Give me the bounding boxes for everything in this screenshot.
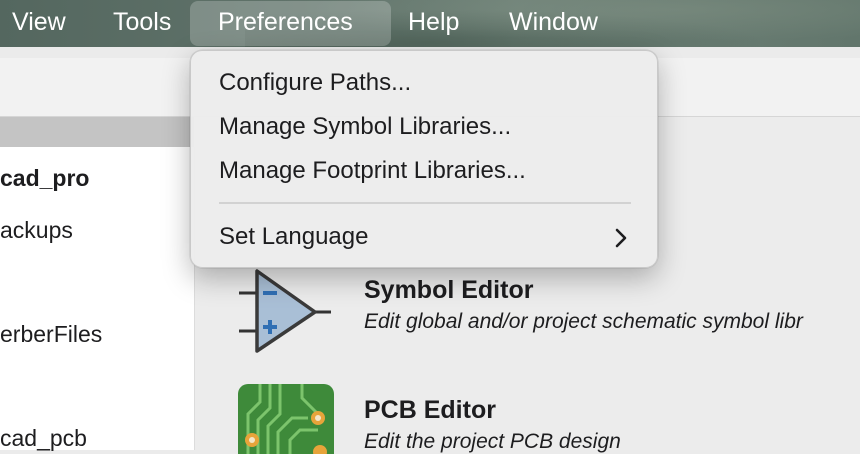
menu-item-configure-paths[interactable]: Configure Paths... [199, 63, 649, 103]
menu-item-set-language-label: Set Language [219, 223, 369, 250]
symbol-editor-title[interactable]: Symbol Editor [364, 276, 533, 305]
menu-separator [219, 202, 631, 204]
preferences-menu: Configure Paths... Manage Symbol Librari… [190, 50, 658, 268]
chevron-right-icon [615, 228, 627, 248]
project-tree-header [0, 117, 194, 147]
menu-view[interactable]: View [0, 0, 78, 47]
tree-item-gerber-files[interactable]: erberFiles [0, 321, 102, 348]
menu-item-manage-symbol-libraries[interactable]: Manage Symbol Libraries... [199, 107, 649, 147]
menu-bar: View Tools Preferences Help Window [0, 0, 860, 47]
symbol-editor-icon[interactable] [239, 267, 331, 355]
tree-item-pcb-file[interactable]: cad_pcb [0, 425, 87, 452]
menu-preferences[interactable]: Preferences [190, 1, 391, 46]
pcb-editor-description: Edit the project PCB design [364, 430, 621, 453]
tree-item-backups[interactable]: ackups [0, 217, 73, 244]
pcb-editor-icon[interactable] [238, 384, 334, 454]
menu-preferences-label: Preferences [218, 8, 353, 36]
menu-item-set-language[interactable]: Set Language [199, 217, 649, 257]
project-tree: cad_pro ackups erberFiles cad_pcb [0, 147, 195, 452]
menu-item-manage-footprint-libraries[interactable]: Manage Footprint Libraries... [199, 151, 649, 191]
menu-tools[interactable]: Tools [101, 0, 183, 47]
pcb-editor-title[interactable]: PCB Editor [364, 396, 496, 425]
tree-item-project-file[interactable]: cad_pro [0, 165, 89, 192]
menu-window[interactable]: Window [497, 0, 610, 47]
menu-help[interactable]: Help [396, 0, 471, 47]
symbol-editor-description: Edit global and/or project schematic sym… [364, 310, 803, 333]
